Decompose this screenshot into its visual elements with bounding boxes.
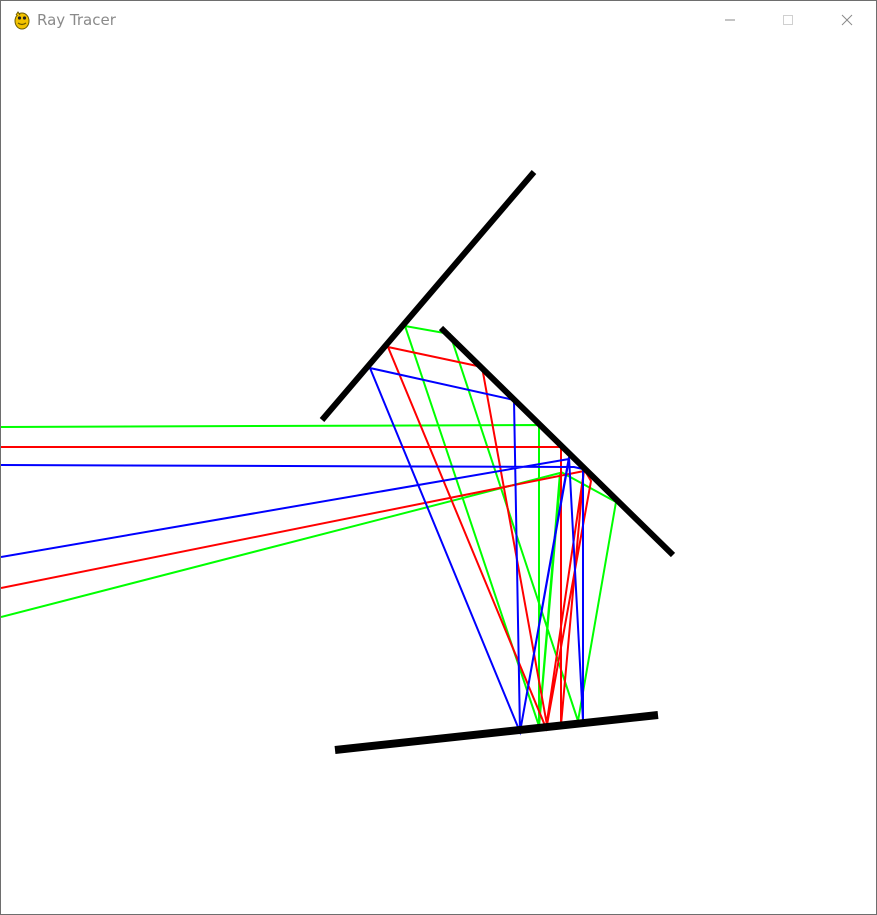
app-window: Ray Tracer (0, 0, 877, 915)
maximize-icon (783, 15, 793, 25)
ray-red (1, 345, 593, 732)
minimize-button[interactable] (701, 1, 759, 39)
ray-blue (1, 366, 584, 736)
close-button[interactable] (818, 1, 876, 39)
pygame-snake-icon (14, 11, 30, 30)
mirror-upper-left (319, 170, 537, 422)
close-icon (841, 14, 853, 26)
ray-scene (1, 170, 676, 754)
minimize-icon (725, 19, 735, 21)
scene-canvas[interactable] (1, 39, 876, 914)
mirror-bottom (334, 711, 659, 754)
maximize-button[interactable] (759, 1, 817, 39)
title-bar[interactable]: Ray Tracer (1, 1, 876, 39)
window-title: Ray Tracer (37, 11, 116, 29)
